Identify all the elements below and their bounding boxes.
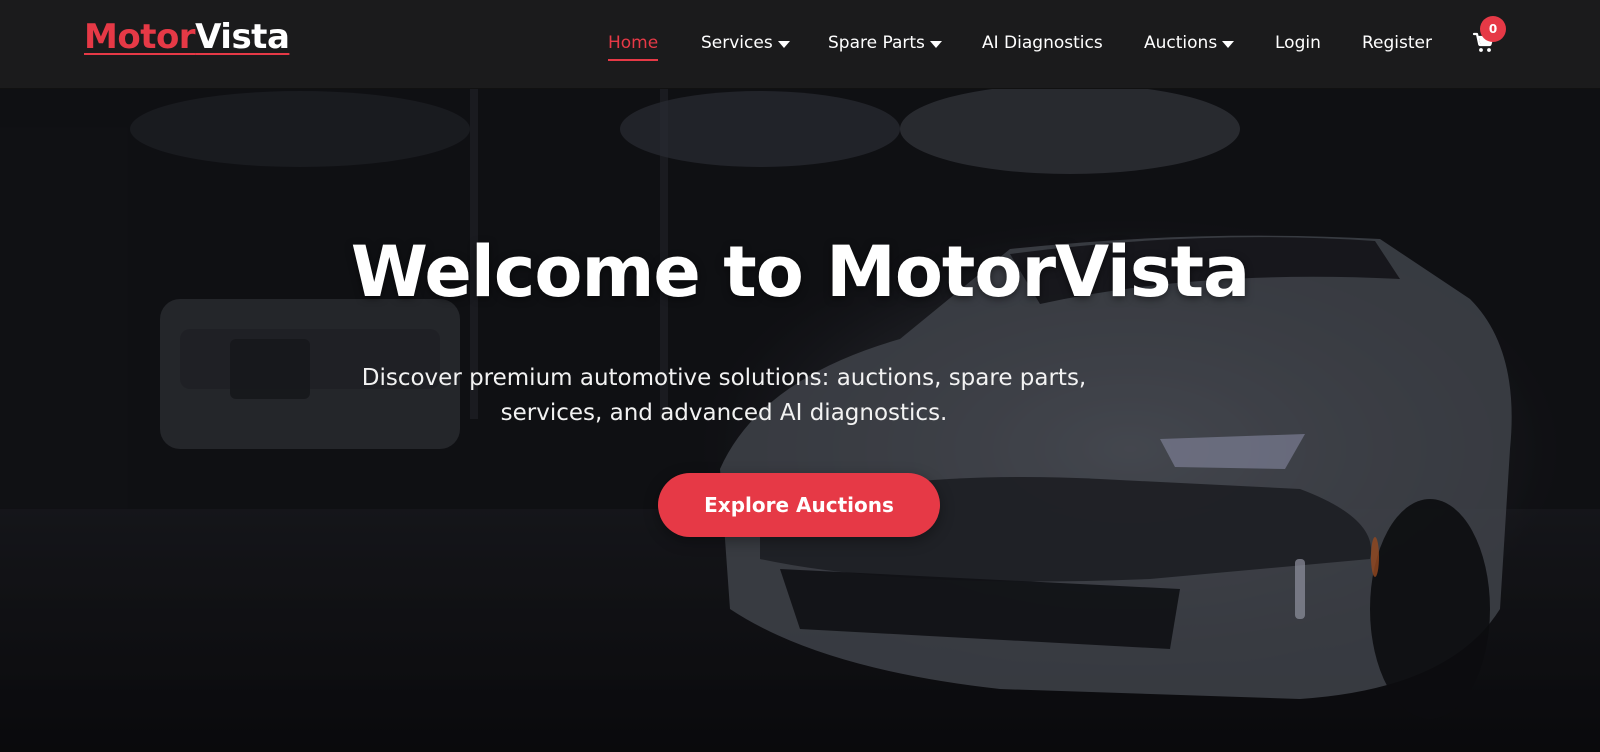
nav-item-label: Register [1362,33,1432,53]
hero-title: Welcome to MotorVista [350,231,1251,313]
nav-item-ai-diagnostics[interactable]: AI Diagnostics [982,31,1103,55]
brand-logo-part-motor: Motor [84,17,196,57]
nav-item-label: Home [608,33,659,53]
nav-item-login[interactable]: Login [1275,31,1321,55]
caret-down-icon [1222,40,1235,48]
nav-item-auctions[interactable]: Auctions [1144,31,1235,55]
explore-auctions-button[interactable]: Explore Auctions [658,473,940,537]
navbar: MotorVista Home Services Spare Parts AI … [0,0,1600,89]
hero-section: Welcome to MotorVista Discover premium a… [0,89,1600,752]
nav-item-home[interactable]: Home [608,31,659,61]
cart-count-badge: 0 [1480,16,1506,42]
nav-item-label: AI Diagnostics [982,33,1103,53]
nav-item-label: Auctions [1144,33,1218,53]
nav-item-label: Login [1275,33,1321,53]
nav-item-register[interactable]: Register [1362,31,1432,55]
nav-item-label: Services [701,33,773,53]
nav-item-label: Spare Parts [828,33,925,53]
caret-down-icon [929,40,942,48]
hero-subtitle: Discover premium automotive solutions: a… [361,365,1087,426]
brand-logo[interactable]: MotorVista [84,17,290,57]
nav-item-spare-parts[interactable]: Spare Parts [828,31,942,55]
brand-logo-part-vista: Vista [195,17,290,57]
nav-item-services[interactable]: Services [701,31,790,55]
caret-down-icon [777,40,790,48]
